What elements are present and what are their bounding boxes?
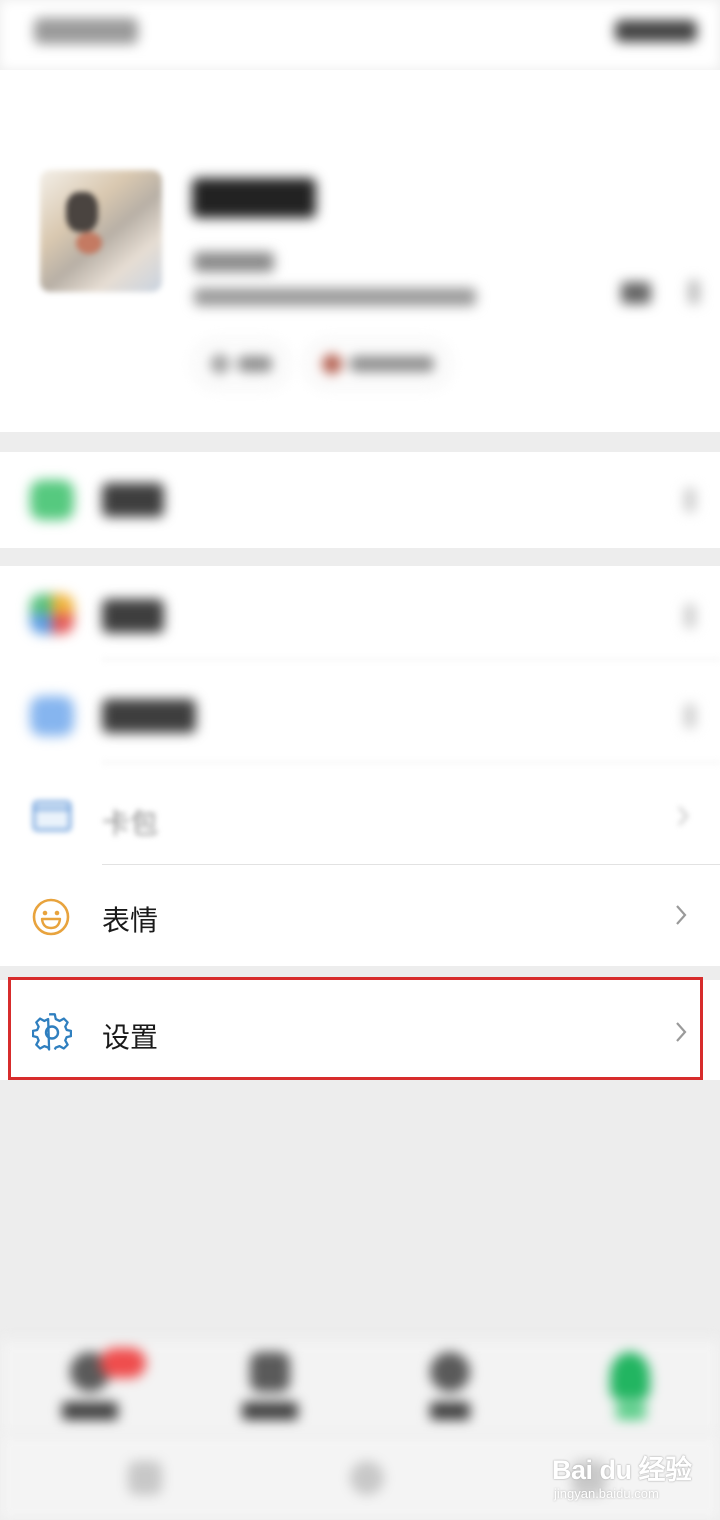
chevron-right-icon bbox=[684, 604, 696, 628]
profile-chevron-icon bbox=[688, 280, 700, 304]
menu-item-stickers[interactable]: 表情 bbox=[0, 866, 720, 966]
album-icon bbox=[30, 696, 74, 736]
tab-chats[interactable] bbox=[0, 1340, 180, 1435]
chevron-right-icon bbox=[684, 488, 696, 512]
divider bbox=[102, 659, 720, 660]
menu-nav-button[interactable] bbox=[128, 1461, 162, 1495]
menu-label-pay bbox=[102, 483, 164, 517]
watermark-url: jingyan.baidu.com bbox=[554, 1486, 659, 1501]
profile-nickname bbox=[192, 178, 316, 218]
watermark-logo-text: Bai du 经验 bbox=[552, 1455, 692, 1485]
profile-wechat-id bbox=[194, 252, 274, 272]
menu-label-favorites bbox=[102, 599, 164, 633]
profile-status-text bbox=[194, 288, 476, 306]
contacts-icon bbox=[250, 1352, 290, 1392]
chevron-right-icon bbox=[684, 704, 696, 728]
status-icons bbox=[615, 20, 697, 42]
tab-label bbox=[62, 1402, 118, 1420]
status-bar bbox=[0, 0, 720, 70]
highlight-box bbox=[8, 977, 703, 1080]
favorites-icon bbox=[30, 594, 74, 634]
tab-discover[interactable] bbox=[360, 1340, 540, 1435]
tab-label bbox=[616, 1402, 646, 1420]
tab-label bbox=[430, 1402, 470, 1420]
menu-label-cards: 卡包 bbox=[102, 808, 159, 839]
unread-badge bbox=[100, 1348, 146, 1378]
tab-label bbox=[242, 1402, 298, 1420]
divider bbox=[102, 762, 720, 763]
smiley-icon bbox=[32, 898, 72, 938]
chevron-right-icon bbox=[674, 903, 688, 927]
profile-header[interactable] bbox=[0, 70, 720, 432]
qr-code-icon[interactable] bbox=[621, 282, 651, 304]
friend-status-pill[interactable] bbox=[306, 340, 450, 388]
tab-me[interactable] bbox=[540, 1340, 720, 1435]
discover-icon bbox=[430, 1352, 470, 1392]
divider bbox=[102, 864, 720, 865]
tab-contacts[interactable] bbox=[180, 1340, 360, 1435]
menu-group-services: 卡包 bbox=[0, 566, 720, 866]
card-wallet-icon bbox=[30, 796, 74, 836]
bottom-tab-bar bbox=[0, 1340, 720, 1435]
menu-label-stickers: 表情 bbox=[102, 905, 159, 936]
chevron-right-icon bbox=[676, 804, 690, 828]
wechat-pay-icon bbox=[30, 480, 74, 520]
status-pill[interactable] bbox=[194, 340, 288, 388]
avatar[interactable] bbox=[40, 170, 162, 292]
person-icon bbox=[610, 1352, 650, 1400]
status-time bbox=[34, 18, 138, 44]
baidu-watermark: Bai du 经验 jingyan.baidu.com bbox=[552, 1442, 702, 1508]
menu-label-album bbox=[102, 699, 196, 733]
home-nav-button[interactable] bbox=[350, 1461, 384, 1495]
menu-item-pay[interactable] bbox=[0, 452, 720, 548]
